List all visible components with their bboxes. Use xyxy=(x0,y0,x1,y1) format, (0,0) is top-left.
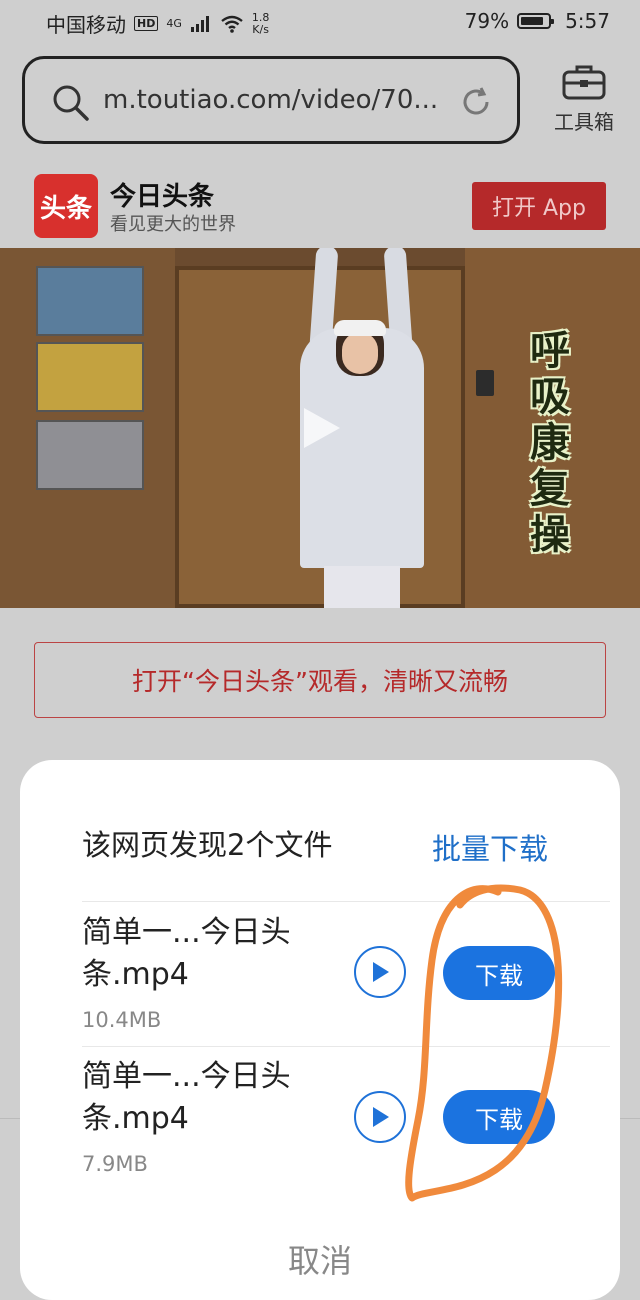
play-icon xyxy=(373,1107,389,1127)
video-figure-face xyxy=(342,332,378,374)
toutiao-logo: 头条 xyxy=(34,174,98,238)
video-player[interactable]: 呼 吸 康 复 操 xyxy=(0,248,640,608)
hd-badge: HD xyxy=(134,16,159,31)
video-overlay-title: 呼 吸 康 复 操 xyxy=(530,328,570,558)
divider xyxy=(82,1046,610,1047)
video-plaque xyxy=(36,266,144,336)
toolbox-icon xyxy=(562,65,606,100)
play-icon[interactable] xyxy=(300,404,344,452)
play-icon xyxy=(373,962,389,982)
file-name: 简单一...今日头 条.mp4 xyxy=(82,915,291,992)
batch-download-button[interactable]: 批量下载 xyxy=(432,826,548,868)
video-plaque xyxy=(36,342,144,412)
file-size: 7.9MB xyxy=(82,1152,148,1176)
network-speed: 1.8 K/s xyxy=(251,10,270,36)
url-text[interactable]: m.toutiao.com/video/70... xyxy=(103,85,438,115)
video-figure-cap xyxy=(334,320,386,336)
status-bar: 中国移动 HD 4G 1.8 K/s 79% 5:57 xyxy=(0,0,640,44)
divider xyxy=(82,901,610,902)
app-name: 今日头条 xyxy=(110,182,215,212)
open-in-app-bar[interactable]: 打开“今日头条”观看，清晰又流畅 xyxy=(34,642,606,718)
open-app-button[interactable]: 打开 App xyxy=(472,182,606,230)
preview-play-button[interactable] xyxy=(354,946,406,998)
file-name: 简单一...今日头 条.mp4 xyxy=(82,1059,291,1136)
wifi-icon xyxy=(221,15,243,33)
signal-icon xyxy=(190,15,209,32)
toolbox-label: 工具箱 xyxy=(554,110,614,134)
sheet-title: 该网页发现2个文件 xyxy=(82,828,333,862)
video-plaque xyxy=(36,420,144,490)
app-banner: 头条 今日头条 看见更大的世界 打开 App xyxy=(0,164,640,248)
preview-play-button[interactable] xyxy=(354,1091,406,1143)
search-icon xyxy=(53,85,89,121)
download-button[interactable]: 下载 xyxy=(443,1090,555,1144)
app-slogan: 看见更大的世界 xyxy=(110,214,236,235)
video-keypad xyxy=(476,370,494,396)
battery-percent: 79% xyxy=(464,9,510,33)
clock: 5:57 xyxy=(565,9,610,33)
file-size: 10.4MB xyxy=(82,1008,162,1032)
download-button[interactable]: 下载 xyxy=(443,946,555,1000)
carrier-label: 中国移动 xyxy=(46,13,126,37)
network-type: 4G xyxy=(166,17,182,30)
reload-icon[interactable] xyxy=(459,85,493,119)
toolbox-button[interactable]: 工具箱 xyxy=(548,62,620,135)
address-bar[interactable]: m.toutiao.com/video/70... xyxy=(22,56,520,144)
cancel-button[interactable]: 取消 xyxy=(20,1236,620,1282)
file-download-sheet: 该网页发现2个文件 批量下载 简单一...今日头 条.mp4 10.4MB 下载… xyxy=(20,760,620,1300)
video-figure-legs xyxy=(324,566,400,608)
battery-icon xyxy=(517,13,555,29)
